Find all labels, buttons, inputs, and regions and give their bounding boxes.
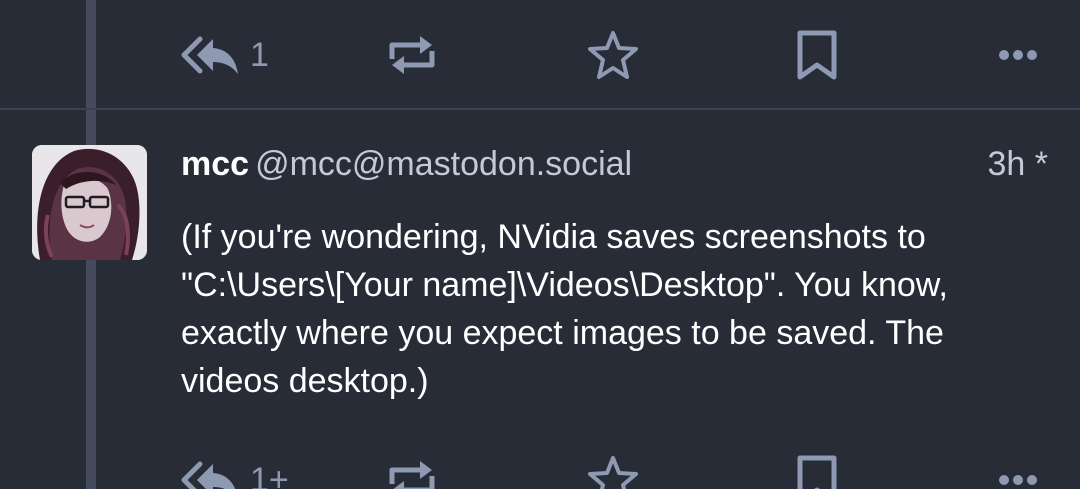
avatar[interactable] (32, 145, 147, 260)
display-name[interactable]: mcc (181, 145, 249, 183)
account-handle[interactable]: @mcc@mastodon.social (255, 145, 632, 183)
bookmark-button[interactable] (795, 25, 839, 85)
star-icon (588, 456, 638, 489)
reply-count: 1+ (250, 461, 289, 489)
favourite-button[interactable] (586, 450, 640, 489)
more-icon (999, 475, 1037, 485)
timeline: 1 mcc @mcc@mastodon.social 3h * (If you'… (0, 0, 1080, 489)
reply-all-icon (181, 36, 238, 74)
status-timestamp[interactable]: 3h * (988, 140, 1049, 188)
status-divider (0, 108, 1080, 110)
bookmark-icon (797, 30, 837, 80)
reply-all-icon (181, 461, 236, 489)
bookmark-icon (797, 455, 837, 489)
boost-button[interactable] (386, 450, 438, 489)
favourite-button[interactable] (586, 25, 640, 85)
boost-icon (389, 36, 435, 74)
reply-button[interactable]: 1 (180, 25, 269, 85)
status-header: mcc @mcc@mastodon.social (181, 140, 1051, 188)
reply-button[interactable]: 1+ (180, 450, 289, 489)
reply-count: 1 (250, 36, 269, 74)
bookmark-button[interactable] (795, 450, 839, 489)
content-line: (If you're wondering, NVidia saves scree… (181, 218, 926, 256)
status-content: (If you're wondering, NVidia saves scree… (181, 213, 1061, 405)
content-line: videos desktop.) (181, 362, 429, 400)
more-button[interactable] (998, 25, 1038, 85)
avatar-image (32, 145, 147, 260)
more-icon (999, 50, 1037, 60)
star-icon (588, 31, 638, 79)
content-line: "C:\Users\[Your name]\Videos\Desktop". Y… (181, 266, 948, 304)
more-button[interactable] (998, 450, 1038, 489)
status-action-bar: 1+ (0, 450, 1080, 489)
boost-button[interactable] (386, 25, 438, 85)
content-line: exactly where you expect images to be sa… (181, 314, 944, 352)
previous-status-action-bar: 1 (0, 25, 1080, 85)
boost-icon (389, 461, 435, 489)
